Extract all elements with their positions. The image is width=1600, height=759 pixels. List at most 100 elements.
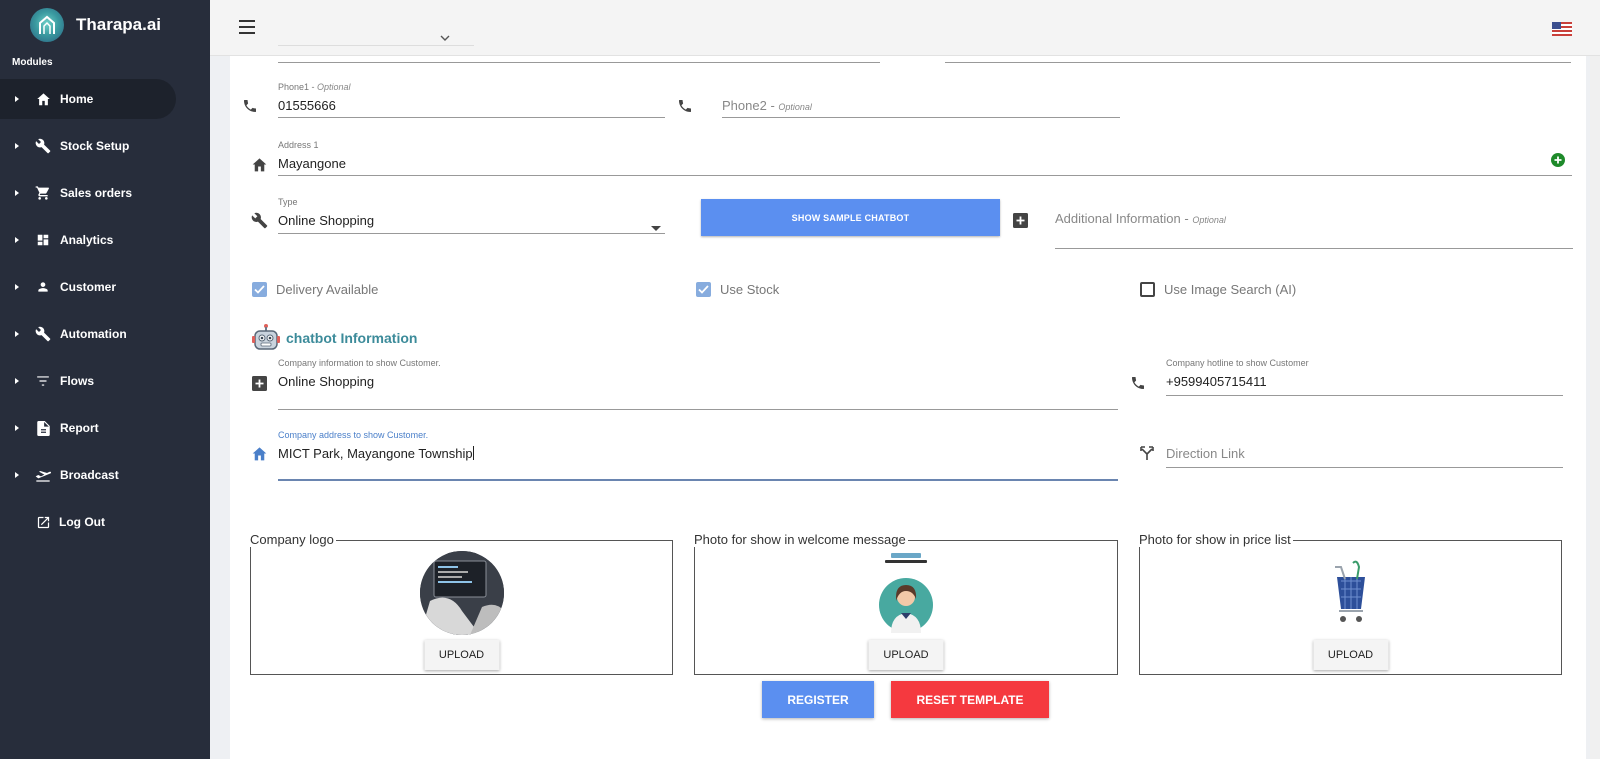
additional-information-field[interactable]: Additional Information - Optional bbox=[1055, 197, 1573, 249]
use-image-search-label: Use Image Search (AI) bbox=[1164, 282, 1297, 297]
company-information-field[interactable]: Company information to show Customer. On… bbox=[278, 358, 1118, 410]
reset-template-button[interactable]: RESET TEMPLATE bbox=[891, 681, 1049, 718]
address1-value: Mayangone bbox=[278, 156, 346, 171]
address1-field[interactable]: Address 1 Mayangone bbox=[278, 140, 1572, 176]
add-box-icon bbox=[250, 374, 268, 392]
broadcast-icon bbox=[35, 467, 51, 483]
logout-label: Log Out bbox=[59, 515, 105, 529]
company-address-label: Company address to show Customer. bbox=[278, 430, 429, 440]
caret-right-icon bbox=[15, 190, 19, 196]
upload-price-list-photo-button[interactable]: UPLOAD bbox=[1313, 640, 1388, 670]
caret-right-icon bbox=[15, 425, 19, 431]
company-information-value: Online Shopping bbox=[278, 374, 375, 389]
show-sample-chatbot-button[interactable]: SHOW SAMPLE CHATBOT bbox=[701, 199, 1000, 236]
direction-link-field[interactable]: Direction Link bbox=[1166, 432, 1563, 468]
chatbot-section-title: chatbot Information bbox=[251, 323, 417, 353]
sidebar-item-automation[interactable]: Automation bbox=[0, 314, 210, 354]
sidebar-item-flows[interactable]: Flows bbox=[0, 361, 210, 401]
sidebar-item-label: Broadcast bbox=[60, 468, 119, 482]
phone-icon bbox=[241, 97, 259, 115]
us-flag-icon[interactable] bbox=[1552, 22, 1572, 36]
sidebar-item-label: Report bbox=[60, 421, 99, 435]
phone-icon bbox=[676, 97, 694, 115]
chatbot-section-heading: chatbot Information bbox=[286, 330, 418, 346]
sidebar-item-home[interactable]: Home bbox=[0, 79, 176, 119]
sidebar-item-label: Stock Setup bbox=[60, 139, 130, 153]
add-box-icon bbox=[1011, 211, 1029, 229]
phone2-field[interactable]: Phone2 - Optional bbox=[722, 82, 1120, 118]
sidebar-item-label: Home bbox=[60, 92, 94, 106]
page-select[interactable] bbox=[278, 14, 474, 46]
add-circle-icon[interactable] bbox=[1550, 152, 1566, 168]
type-label: Type bbox=[278, 197, 298, 207]
menu-icon[interactable] bbox=[239, 20, 255, 34]
scrolled-field-1[interactable] bbox=[278, 56, 880, 63]
sidebar-item-label: Flows bbox=[60, 374, 95, 388]
type-select[interactable]: Type Online Shopping bbox=[278, 197, 665, 234]
welcome-photo-upload: Photo for show in welcome message UPLOAD bbox=[694, 532, 1118, 675]
welcome-photo-image bbox=[877, 553, 935, 633]
company-information-label: Company information to show Customer. bbox=[278, 358, 441, 368]
direction-link-placeholder: Direction Link bbox=[1166, 446, 1245, 461]
company-hotline-label: Company hotline to show Customer bbox=[1166, 358, 1309, 368]
directions-icon bbox=[1138, 444, 1156, 462]
checkbox-checked-icon bbox=[696, 282, 711, 297]
home-icon bbox=[250, 155, 268, 173]
dashboard-icon bbox=[35, 232, 51, 248]
text-cursor bbox=[472, 446, 474, 460]
use-image-search-checkbox[interactable]: Use Image Search (AI) bbox=[1140, 282, 1296, 297]
caret-right-icon bbox=[15, 378, 19, 384]
sidebar-item-label: Analytics bbox=[60, 233, 114, 247]
company-logo-upload: Company logo UPLOAD bbox=[250, 532, 673, 675]
brand-title: Tharapa.ai bbox=[76, 15, 162, 34]
chevron-down-icon bbox=[440, 28, 450, 46]
modules-label: Modules bbox=[12, 57, 53, 68]
company-hotline-field[interactable]: Company hotline to show Customer +959940… bbox=[1166, 358, 1563, 396]
upload-company-logo-button[interactable]: UPLOAD bbox=[424, 640, 499, 670]
use-stock-checkbox[interactable]: Use Stock bbox=[696, 282, 779, 297]
price-list-photo-image bbox=[1331, 559, 1371, 625]
page-scrollbar[interactable] bbox=[1590, 56, 1600, 759]
sidebar-item-broadcast[interactable]: Broadcast bbox=[0, 455, 210, 495]
brand[interactable]: Tharapa.ai bbox=[30, 8, 161, 42]
phone1-label: Phone1 - Optional bbox=[278, 82, 351, 92]
sidebar-nav: Home Stock Setup Sales orders Analytics … bbox=[0, 79, 210, 549]
wrench-icon bbox=[35, 138, 51, 154]
price-list-photo-legend: Photo for show in price list bbox=[1139, 532, 1293, 547]
sidebar-item-report[interactable]: Report bbox=[0, 408, 210, 448]
scrolled-field-2[interactable] bbox=[945, 56, 1571, 63]
sidebar-item-label: Sales orders bbox=[60, 186, 133, 200]
home-icon bbox=[250, 444, 268, 462]
price-list-photo-upload: Photo for show in price list UPLOAD bbox=[1139, 532, 1562, 675]
phone1-field[interactable]: Phone1 - Optional 01555666 bbox=[278, 82, 665, 118]
register-button[interactable]: REGISTER bbox=[762, 681, 874, 718]
delivery-available-label: Delivery Available bbox=[276, 282, 379, 297]
company-address-field[interactable]: Company address to show Customer. MICT P… bbox=[278, 430, 1118, 481]
phone1-value: 01555666 bbox=[278, 98, 336, 113]
sidebar-item-logout[interactable]: Log Out bbox=[0, 502, 210, 542]
use-stock-label: Use Stock bbox=[720, 282, 780, 297]
sidebar-item-sales-orders[interactable]: Sales orders bbox=[0, 173, 210, 213]
company-logo-image bbox=[419, 551, 504, 635]
sidebar-item-analytics[interactable]: Analytics bbox=[0, 220, 210, 260]
upload-welcome-photo-button[interactable]: UPLOAD bbox=[868, 640, 944, 670]
delivery-available-checkbox[interactable]: Delivery Available bbox=[252, 282, 378, 297]
wrench-icon bbox=[35, 326, 51, 342]
external-link-icon bbox=[35, 514, 51, 530]
sidebar-item-customer[interactable]: Customer bbox=[0, 267, 210, 307]
person-icon bbox=[35, 279, 51, 295]
cart-icon bbox=[35, 185, 51, 201]
company-logo-legend: Company logo bbox=[250, 532, 336, 547]
address1-label: Address 1 bbox=[278, 140, 319, 150]
robot-icon bbox=[251, 323, 281, 353]
filter-icon bbox=[35, 373, 51, 389]
topbar bbox=[210, 0, 1600, 56]
sidebar-item-label: Customer bbox=[60, 280, 117, 294]
type-value: Online Shopping bbox=[278, 213, 375, 228]
home-icon bbox=[35, 91, 51, 107]
checkbox-checked-icon bbox=[252, 282, 267, 297]
phone-icon bbox=[1129, 374, 1147, 392]
additional-information-placeholder: Additional Information - Optional bbox=[1055, 211, 1226, 226]
sidebar-item-stock-setup[interactable]: Stock Setup bbox=[0, 126, 210, 166]
document-icon bbox=[35, 420, 51, 436]
